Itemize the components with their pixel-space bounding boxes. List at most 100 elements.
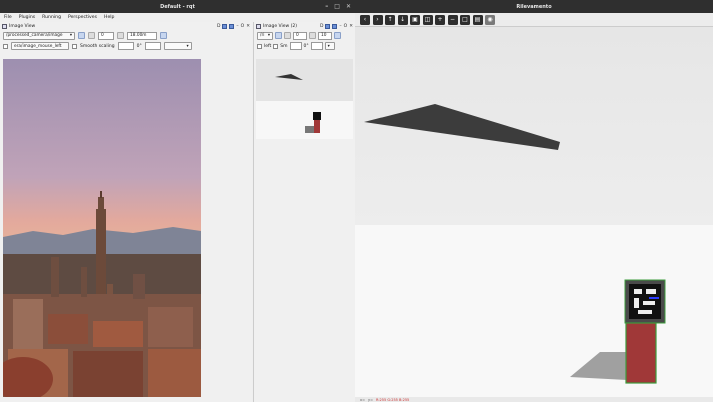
camera-image[interactable] bbox=[3, 59, 201, 397]
zoom-value: 10 bbox=[321, 33, 327, 38]
zoom-spinbox[interactable]: 10 bbox=[318, 31, 332, 40]
topic-select[interactable]: /ri ▾ bbox=[257, 31, 273, 40]
detection-scene bbox=[355, 27, 713, 397]
rilevamento-window-title: Rilevamento bbox=[516, 3, 552, 10]
dock-icon[interactable]: D bbox=[320, 24, 323, 29]
num-gridlines-value: 0 bbox=[101, 33, 104, 38]
rotation-input[interactable] bbox=[144, 42, 161, 50]
city-skyline-image bbox=[3, 59, 201, 397]
panel-reload-icon[interactable]: O bbox=[241, 24, 245, 29]
image-view-icon bbox=[2, 23, 7, 29]
smooth-scaling-checkbox[interactable] bbox=[72, 43, 77, 49]
rotation-input[interactable] bbox=[310, 42, 323, 50]
panel-close-icon[interactable]: ✕ bbox=[349, 24, 353, 29]
panel-close-icon[interactable]: ✕ bbox=[246, 24, 250, 29]
menu-running[interactable]: Running bbox=[42, 15, 61, 20]
status-y: y= bbox=[368, 397, 374, 402]
smooth-scaling-label: Sm bbox=[280, 43, 288, 49]
arrow-up-icon[interactable]: ↑ bbox=[385, 14, 395, 25]
clear-button[interactable] bbox=[88, 32, 95, 39]
zoom-out-icon[interactable]: − bbox=[447, 14, 458, 25]
save-image-button[interactable] bbox=[334, 32, 341, 39]
publish-mouse-checkbox[interactable] bbox=[257, 43, 262, 49]
flip-input[interactable] bbox=[289, 42, 302, 50]
topic-select-value: /ri bbox=[260, 33, 265, 38]
zoom-in-icon[interactable]: + bbox=[435, 14, 445, 25]
mouse-topic-value: left bbox=[264, 43, 272, 49]
menu-help[interactable]: Help bbox=[104, 15, 114, 20]
help-icon[interactable] bbox=[332, 23, 338, 29]
panel-2-title-icons: D – O ✕ bbox=[320, 22, 353, 30]
status-line: x= y= R:255 G:255 B:255 bbox=[355, 397, 713, 402]
clear-button[interactable] bbox=[284, 32, 291, 39]
chevron-down-icon: ▾ bbox=[267, 33, 270, 38]
panel-1-toolbar: /processed_camera/image ▾ 0 18.00m bbox=[0, 30, 252, 41]
topic-select[interactable]: /processed_camera/image ▾ bbox=[3, 31, 75, 40]
save-image-button[interactable] bbox=[160, 32, 167, 39]
panel-minimize-icon[interactable]: – bbox=[236, 24, 238, 29]
num-gridlines-spinbox[interactable]: 0 bbox=[293, 31, 307, 40]
smooth-scaling-label: Smooth scaling bbox=[80, 43, 115, 49]
publish-mouse-checkbox[interactable] bbox=[3, 43, 8, 49]
chevron-down-icon: ▾ bbox=[327, 43, 330, 49]
processed-scene-image bbox=[256, 59, 353, 139]
status-x: x= bbox=[360, 397, 366, 402]
settings-icon[interactable]: ◉ bbox=[485, 14, 495, 25]
dock-icon[interactable]: D bbox=[217, 24, 220, 29]
zoom-value: 18.00m bbox=[130, 33, 147, 38]
fit-button[interactable] bbox=[309, 32, 316, 39]
detection-view[interactable] bbox=[355, 27, 713, 397]
help-icon[interactable] bbox=[229, 23, 235, 29]
arrow-left-icon[interactable]: ‹ bbox=[360, 14, 370, 25]
menu-perspectives[interactable]: Perspectives bbox=[68, 15, 97, 20]
refresh-topics-button[interactable] bbox=[78, 32, 85, 39]
image-view-panel-1: Image View D – O ✕ /processed_camera/ima… bbox=[0, 22, 252, 402]
menu-plugins[interactable]: Plugins bbox=[19, 15, 35, 20]
settings-icon[interactable] bbox=[325, 23, 331, 29]
topic-select-value: /processed_camera/image bbox=[6, 33, 63, 38]
rqt-window: Default - rqt – □ ✕ File Plugins Running… bbox=[0, 0, 355, 402]
color-scheme-select[interactable]: ▾ bbox=[163, 42, 192, 50]
panel-reload-icon[interactable]: O bbox=[344, 24, 348, 29]
chevron-down-icon: ▾ bbox=[186, 43, 189, 49]
panel-2-toolbar: /ri ▾ 0 10 bbox=[254, 30, 355, 41]
chevron-down-icon: ▾ bbox=[69, 33, 72, 38]
viewer-toolbar: ‹ › ↑ ↓ ▣ ◫ + − □ ▤ ◉ bbox=[355, 13, 713, 27]
save-icon[interactable]: ▣ bbox=[410, 14, 420, 25]
image-view-panel-2: Image View (2) D – O ✕ /ri ▾ 0 10 left S… bbox=[253, 22, 355, 402]
mouse-topic-value: era/image_mouse_left bbox=[14, 43, 62, 49]
panel-1-title-icons: D – O ✕ bbox=[217, 22, 250, 30]
zoom-original-icon[interactable]: □ bbox=[460, 14, 470, 25]
rotation-label: 0° bbox=[136, 43, 142, 49]
status-rgb: R:255 G:255 B:255 bbox=[376, 397, 410, 402]
rqt-window-title: Default - rqt bbox=[160, 3, 195, 10]
rqt-titlebar: Default - rqt – □ ✕ bbox=[0, 0, 355, 13]
arrow-right-icon[interactable]: › bbox=[372, 14, 383, 25]
panel-1-title-bar: Image View D – O ✕ bbox=[0, 22, 252, 30]
window-controls: – □ ✕ bbox=[325, 0, 351, 13]
panel-minimize-icon[interactable]: – bbox=[339, 24, 341, 29]
processed-image[interactable] bbox=[256, 59, 353, 139]
refresh-topics-button[interactable] bbox=[275, 32, 282, 39]
fit-button[interactable] bbox=[117, 32, 124, 39]
color-scheme-select[interactable]: ▾ bbox=[324, 42, 335, 50]
crop-icon[interactable]: ▤ bbox=[472, 14, 483, 25]
zoom-spinbox[interactable]: 18.00m bbox=[127, 31, 157, 40]
menu-file[interactable]: File bbox=[4, 15, 12, 20]
arrow-down-icon[interactable]: ↓ bbox=[397, 14, 408, 25]
rilevamento-titlebar: Rilevamento bbox=[355, 0, 713, 13]
rilevamento-window: Rilevamento ‹ › ↑ ↓ ▣ ◫ + − □ ▤ ◉ x= y= … bbox=[355, 0, 713, 402]
panel-2-toolbar-2: left Sm 0° ▾ bbox=[254, 41, 355, 51]
minimize-icon[interactable]: – bbox=[325, 3, 328, 10]
smooth-scaling-checkbox[interactable] bbox=[273, 43, 279, 49]
flip-input[interactable] bbox=[117, 42, 134, 50]
panel-1-title: Image View bbox=[9, 23, 36, 29]
image-view-icon bbox=[256, 23, 261, 29]
panel-1-toolbar-2: era/image_mouse_left Smooth scaling 0° ▾ bbox=[0, 41, 252, 51]
num-gridlines-spinbox[interactable]: 0 bbox=[98, 31, 114, 40]
maximize-icon[interactable]: □ bbox=[334, 3, 340, 10]
close-icon[interactable]: ✕ bbox=[346, 3, 351, 10]
mouse-topic-input[interactable]: era/image_mouse_left bbox=[11, 42, 69, 50]
zoom-fit-icon[interactable]: ◫ bbox=[422, 14, 433, 25]
settings-icon[interactable] bbox=[222, 23, 228, 29]
